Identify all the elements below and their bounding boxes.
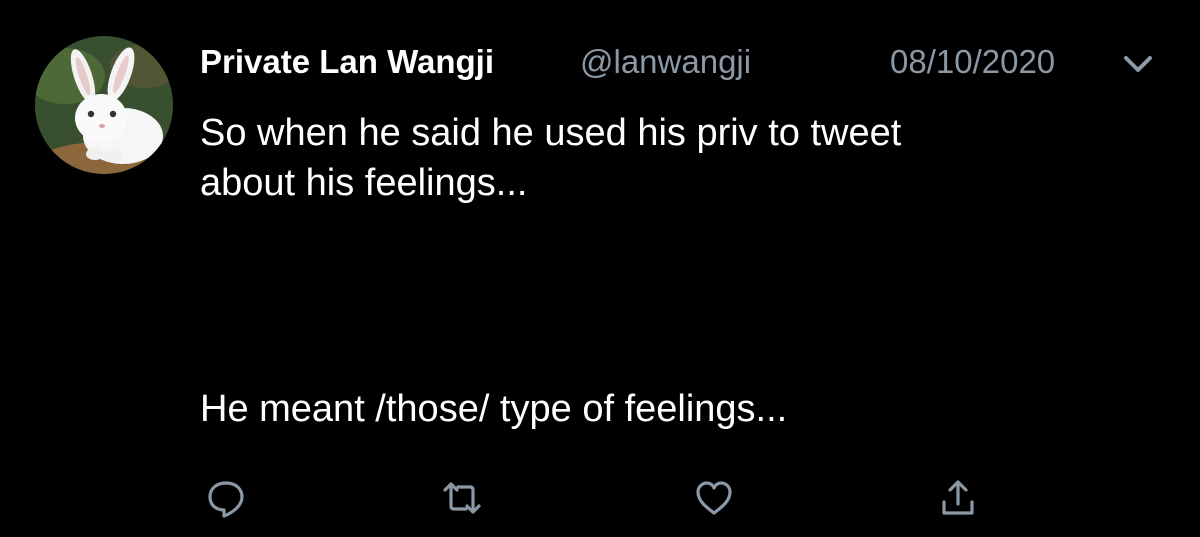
rabbit-avatar-image (35, 36, 173, 174)
share-icon (936, 476, 980, 520)
retweet-icon (440, 476, 484, 520)
heart-icon (692, 476, 736, 520)
tweet-actions (0, 470, 1200, 526)
tweet-text-part1: So when he said he used his priv to twee… (200, 112, 902, 204)
timestamp[interactable]: 08/10/2020 (890, 42, 1055, 82)
user-handle[interactable]: @lanwangji (580, 42, 751, 82)
avatar[interactable] (35, 36, 173, 174)
retweet-button[interactable] (432, 470, 492, 526)
reply-button[interactable] (196, 470, 256, 526)
tweet-header: Private Lan Wangji @lanwangji 08/10/2020 (200, 40, 1160, 84)
chevron-down-icon[interactable] (1120, 46, 1156, 80)
reply-icon (204, 476, 248, 520)
tweet[interactable]: Private Lan Wangji @lanwangji 08/10/2020… (0, 0, 1200, 537)
share-button[interactable] (928, 470, 988, 526)
display-name[interactable]: Private Lan Wangji (200, 42, 494, 82)
tweet-text-part2: He meant /those/ type of feelings... (200, 388, 788, 430)
like-button[interactable] (684, 470, 744, 526)
